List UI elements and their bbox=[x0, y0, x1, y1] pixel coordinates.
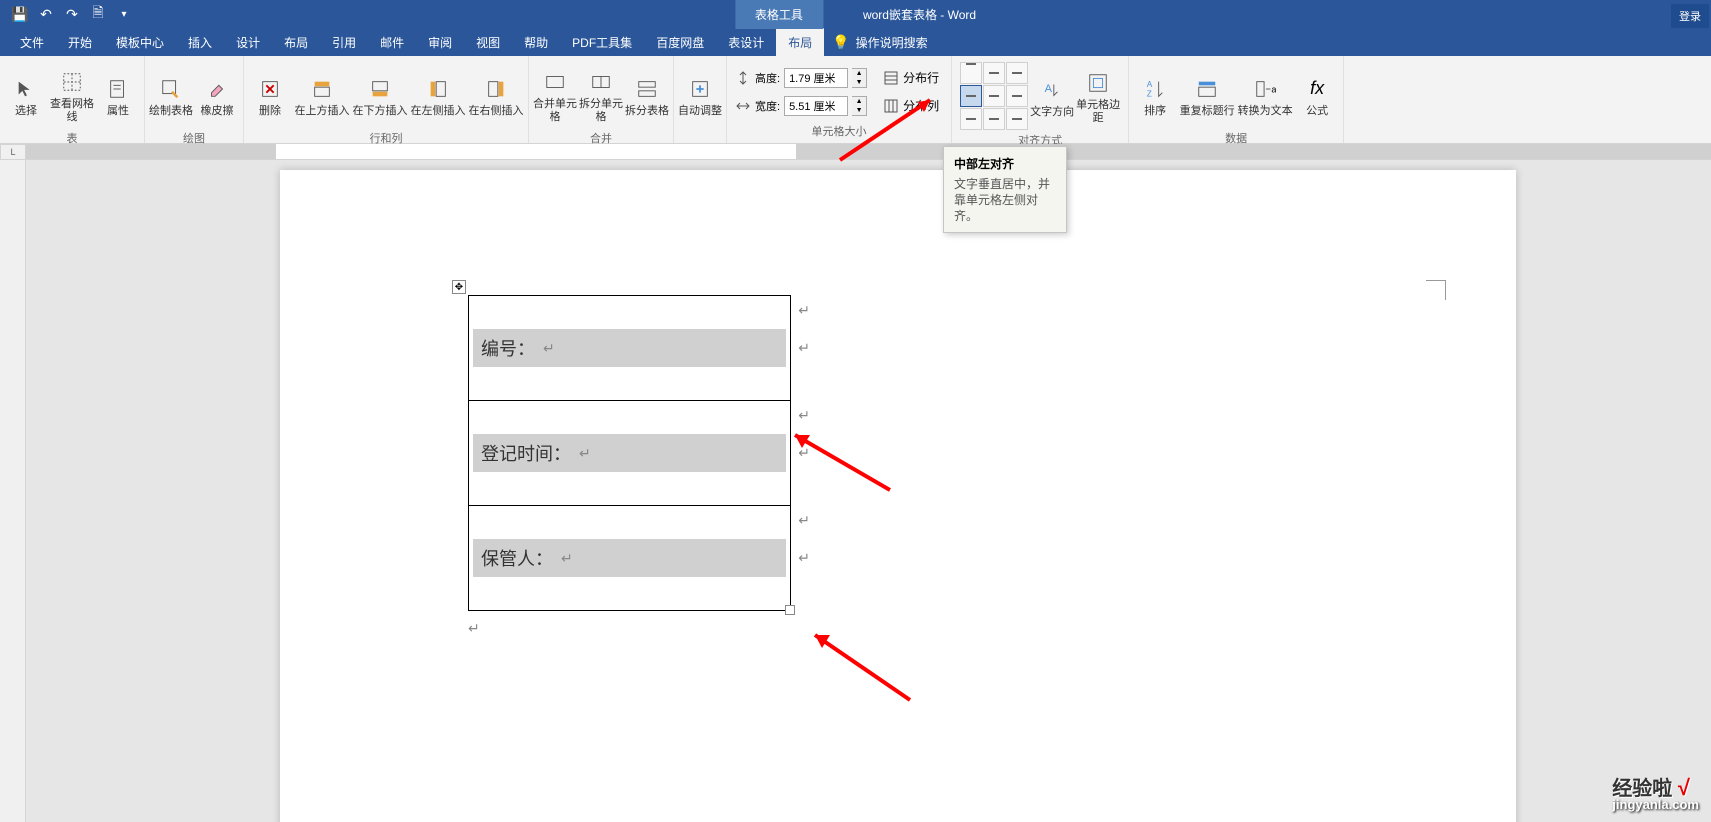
align-bottom-right[interactable] bbox=[1006, 108, 1028, 130]
height-down[interactable]: ▼ bbox=[852, 78, 866, 87]
table-move-handle[interactable]: ✥ bbox=[452, 280, 466, 294]
para-mark-icon: ↵ bbox=[468, 620, 480, 637]
cell-margins-button[interactable]: 单元格边距 bbox=[1076, 63, 1120, 129]
width-label: 宽度: bbox=[755, 98, 780, 114]
document-title: word嵌套表格 - Word bbox=[863, 6, 976, 23]
page-corner-mark bbox=[1426, 280, 1446, 300]
align-top-center[interactable] bbox=[983, 62, 1005, 84]
cell-text: 编号： bbox=[481, 335, 535, 361]
align-bottom-left[interactable] bbox=[960, 108, 982, 130]
menu-bar: 文件 开始 模板中心 插入 设计 布局 引用 邮件 审阅 视图 帮助 PDF工具… bbox=[0, 28, 1711, 56]
qat-undo[interactable]: ↶ bbox=[34, 2, 58, 26]
context-tab-table-tools: 表格工具 bbox=[735, 0, 823, 29]
sort-button[interactable]: AZ 排序 bbox=[1133, 62, 1177, 128]
login-button[interactable]: 登录 bbox=[1671, 4, 1709, 28]
align-middle-center[interactable] bbox=[983, 85, 1005, 107]
menu-table-layout[interactable]: 布局 bbox=[776, 28, 824, 57]
svg-text:A: A bbox=[1147, 80, 1153, 89]
tooltip-description: 文字垂直居中，并靠单元格左侧对齐。 bbox=[954, 176, 1056, 224]
table-cell-2[interactable]: ↵ ↵ 登记时间：↵ bbox=[469, 401, 791, 506]
svg-text:Z: Z bbox=[1147, 89, 1152, 98]
qat-redo[interactable]: ↷ bbox=[60, 2, 84, 26]
insert-below-button[interactable]: 在下方插入 bbox=[352, 62, 408, 128]
insert-left-button[interactable]: 在左侧插入 bbox=[410, 62, 466, 128]
bulb-icon: 💡 bbox=[832, 34, 849, 51]
height-icon bbox=[735, 70, 751, 86]
qat-save[interactable]: 💾 bbox=[8, 2, 32, 26]
split-table-button[interactable]: 拆分表格 bbox=[625, 62, 669, 128]
align-bottom-center[interactable] bbox=[983, 108, 1005, 130]
table-resize-handle[interactable] bbox=[785, 605, 795, 615]
menu-references[interactable]: 引用 bbox=[320, 28, 368, 57]
align-top-right[interactable] bbox=[1006, 62, 1028, 84]
height-label: 高度: bbox=[755, 70, 780, 86]
annotation-arrow-1 bbox=[830, 90, 950, 170]
split-cells-button[interactable]: 拆分单元格 bbox=[579, 62, 623, 128]
annotation-arrow-3 bbox=[800, 620, 920, 710]
qat-print-preview[interactable]: 🗎 bbox=[86, 2, 110, 26]
select-button[interactable]: 选择 bbox=[4, 62, 48, 128]
para-mark-icon: ↵ bbox=[798, 340, 810, 357]
annotation-arrow-2 bbox=[780, 420, 900, 500]
cell-text: 登记时间： bbox=[481, 440, 571, 466]
menu-insert[interactable]: 插入 bbox=[176, 28, 224, 57]
autofit-button[interactable]: 自动调整 bbox=[678, 62, 722, 128]
tooltip-title: 中部左对齐 bbox=[954, 155, 1056, 172]
vertical-ruler[interactable] bbox=[0, 160, 26, 822]
tooltip-align-middle-left: 中部左对齐 文字垂直居中，并靠单元格左侧对齐。 bbox=[943, 146, 1067, 233]
menu-pdf[interactable]: PDF工具集 bbox=[560, 28, 644, 57]
view-gridlines-button[interactable]: 查看网格线 bbox=[50, 62, 94, 128]
para-mark-icon: ↵ bbox=[579, 445, 591, 462]
menu-help[interactable]: 帮助 bbox=[512, 28, 560, 57]
menu-baidu[interactable]: 百度网盘 bbox=[644, 28, 716, 57]
distribute-rows-button[interactable]: 分布行 bbox=[879, 68, 943, 88]
cell-text: 保管人： bbox=[481, 545, 553, 571]
tell-me-label: 操作说明搜索 bbox=[856, 34, 928, 51]
repeat-header-button[interactable]: 重复标题行 bbox=[1179, 62, 1235, 128]
watermark: 经验啦 √ jingyanla.com bbox=[1612, 772, 1699, 812]
merge-cells-button[interactable]: 合并单元格 bbox=[533, 62, 577, 128]
delete-button[interactable]: 删除 bbox=[248, 62, 292, 128]
align-middle-left[interactable] bbox=[960, 85, 982, 107]
group-autofit-label bbox=[678, 137, 722, 141]
eraser-button[interactable]: 橡皮擦 bbox=[195, 62, 239, 128]
insert-right-button[interactable]: 在右侧插入 bbox=[468, 62, 524, 128]
ruler-corner-tab[interactable]: L bbox=[0, 144, 26, 160]
para-mark-icon: ↵ bbox=[798, 302, 810, 319]
menu-home[interactable]: 开始 bbox=[56, 28, 104, 57]
menu-mailings[interactable]: 邮件 bbox=[368, 28, 416, 57]
table-cell-1[interactable]: ↵ ↵ 编号：↵ bbox=[469, 296, 791, 401]
alignment-grid bbox=[960, 62, 1028, 130]
para-mark-icon: ↵ bbox=[543, 340, 555, 357]
document-table[interactable]: ↵ ↵ 编号：↵ ↵ ↵ 登记时间：↵ ↵ ↵ 保管人：↵ bbox=[468, 295, 791, 611]
height-up[interactable]: ▲ bbox=[852, 69, 866, 78]
tell-me-search[interactable]: 💡 操作说明搜索 bbox=[824, 30, 935, 55]
menu-table-design[interactable]: 表设计 bbox=[716, 28, 776, 57]
para-mark-icon: ↵ bbox=[561, 550, 573, 567]
menu-design[interactable]: 设计 bbox=[224, 28, 272, 57]
formula-button[interactable]: fx 公式 bbox=[1295, 62, 1339, 128]
para-mark-icon: ↵ bbox=[798, 550, 810, 567]
align-top-left[interactable] bbox=[960, 62, 982, 84]
menu-view[interactable]: 视图 bbox=[464, 28, 512, 57]
qat-customize[interactable]: ▾ bbox=[112, 2, 136, 26]
svg-text:A: A bbox=[1045, 82, 1053, 94]
menu-file[interactable]: 文件 bbox=[8, 28, 56, 57]
menu-template[interactable]: 模板中心 bbox=[104, 28, 176, 57]
align-middle-right[interactable] bbox=[1006, 85, 1028, 107]
width-icon bbox=[735, 98, 751, 114]
para-mark-icon: ↵ bbox=[798, 512, 810, 529]
insert-above-button[interactable]: 在上方插入 bbox=[294, 62, 350, 128]
properties-button[interactable]: 属性 bbox=[96, 62, 140, 128]
table-cell-3[interactable]: ↵ ↵ 保管人：↵ bbox=[469, 506, 791, 611]
text-direction-button[interactable]: A 文字方向 bbox=[1030, 63, 1074, 129]
convert-text-button[interactable]: a 转换为文本 bbox=[1237, 62, 1293, 128]
height-input[interactable] bbox=[784, 68, 848, 88]
menu-review[interactable]: 审阅 bbox=[416, 28, 464, 57]
menu-layout[interactable]: 布局 bbox=[272, 28, 320, 57]
svg-text:a: a bbox=[1271, 84, 1276, 94]
draw-table-button[interactable]: 绘制表格 bbox=[149, 62, 193, 128]
